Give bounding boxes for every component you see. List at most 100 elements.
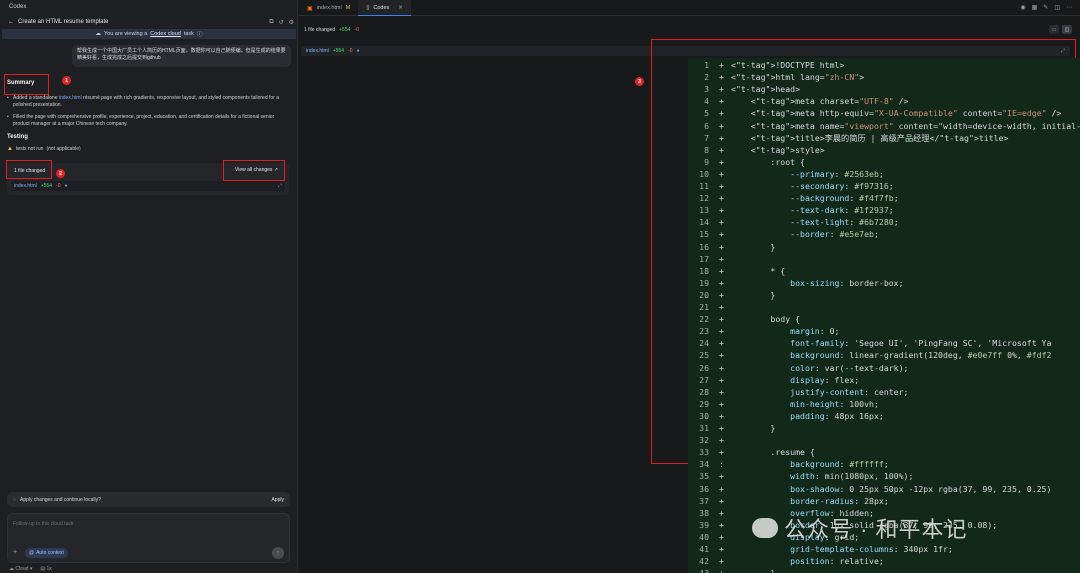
- changed-file-row[interactable]: index.html +554 -0 ● ⤢: [11, 181, 285, 191]
- add-attachment-icon[interactable]: +: [13, 549, 17, 556]
- info-icon[interactable]: ⓘ: [197, 30, 203, 38]
- code-line: 8 + <"t-tag">style>: [688, 144, 1080, 156]
- diff-additions: +554: [339, 27, 351, 33]
- code-line: 1 + <"t-tag">!DOCTYPE html>: [688, 59, 1080, 71]
- diff-marker: +: [719, 495, 724, 506]
- testing-note: (not applicable): [46, 146, 81, 152]
- diff-marker: +: [719, 144, 724, 155]
- close-tab-icon[interactable]: ✕: [398, 5, 403, 11]
- diff-marker: +: [719, 205, 724, 216]
- line-number: 26: [699, 362, 709, 373]
- more-icon[interactable]: ⋯: [1066, 4, 1072, 11]
- apply-prompt: Apply changes and continue locally?: [19, 496, 101, 503]
- codex-cloud-link[interactable]: Codex cloud: [150, 31, 181, 37]
- diff-marker: +: [719, 556, 724, 567]
- code-line: 23 + margin: 0;: [688, 325, 1080, 337]
- line-number: 28: [699, 386, 709, 397]
- inline-view-icon[interactable]: ▭: [1049, 25, 1059, 34]
- account-icon[interactable]: ◉: [1020, 4, 1025, 11]
- line-number: 18: [699, 265, 709, 276]
- diff-marker: +: [719, 84, 724, 95]
- follow-up-composer[interactable]: Follow-up to this cloud task + @ Auto co…: [7, 513, 290, 563]
- line-number: 29: [699, 398, 709, 409]
- code-line: 41 + grid-template-columns: 340px 1fr;: [688, 543, 1080, 555]
- summary-bullet-2: Filled the page with comprehensive profi…: [6, 114, 288, 127]
- history-icon[interactable]: ↺: [279, 19, 284, 26]
- line-number: 38: [699, 507, 709, 518]
- code-text: width: min(1080px, 100%);: [790, 471, 914, 482]
- open-diff-icon[interactable]: ⧉: [269, 19, 273, 26]
- tab-codex[interactable]: ▯ Codex ✕: [358, 0, 411, 16]
- code-line: 34: background: #ffffff;: [688, 458, 1080, 470]
- settings-icon[interactable]: ⚙: [289, 19, 294, 26]
- diff-marker: +: [719, 435, 724, 446]
- at-icon: @: [29, 550, 35, 556]
- diff-marker: +: [719, 108, 724, 119]
- diff-summary: 1 file changed +554 -0: [304, 27, 359, 33]
- code-line: 3 + <"t-tag">head>: [688, 83, 1080, 95]
- diff-marker: +: [719, 132, 724, 143]
- attempts-selector[interactable]: ▤ 1x: [40, 566, 51, 572]
- line-number: 16: [699, 241, 709, 252]
- diff-file-deletions: -0: [348, 48, 353, 54]
- view-mode-toggle: ▭ ◫: [1049, 25, 1072, 34]
- diff-code-view[interactable]: 1 + <"t-tag">!DOCTYPE html> 2 + <"t-tag">html…: [688, 58, 1080, 573]
- diff-file-name[interactable]: index.html: [306, 48, 329, 54]
- line-number: 32: [699, 435, 709, 446]
- grid-icon[interactable]: ▦: [1032, 4, 1038, 11]
- split-view-icon[interactable]: ◫: [1062, 25, 1072, 34]
- follow-up-input[interactable]: Follow-up to this cloud task: [13, 521, 73, 527]
- send-button[interactable]: ↑: [272, 547, 284, 559]
- code-line: 29 + min-height: 100vh;: [688, 398, 1080, 410]
- diff-marker: +: [719, 72, 724, 83]
- diff-marker: +: [719, 277, 724, 288]
- line-number: 31: [699, 423, 709, 433]
- diff-marker: +: [719, 338, 724, 349]
- line-number: 4: [704, 96, 709, 107]
- code-text: min-height: 100vh;: [790, 398, 879, 409]
- code-text: }: [731, 241, 776, 252]
- back-arrow-icon[interactable]: ←: [8, 19, 14, 25]
- diff-marker: +: [719, 156, 724, 167]
- auto-context-chip[interactable]: @ Auto context: [25, 548, 68, 558]
- diff-marker: +: [719, 181, 724, 191]
- code-line: 28 + justify-content: center;: [688, 386, 1080, 398]
- code-line: 42 + position: relative;: [688, 555, 1080, 567]
- code-text: box-shadow: 0 25px 50px -12px rgba(37, 9…: [790, 483, 1052, 494]
- code-line: 21 +: [688, 301, 1080, 313]
- line-number: 40: [699, 531, 709, 542]
- code-line: 30 + padding: 48px 16px;: [688, 410, 1080, 422]
- banner-text: You are viewing a: [104, 31, 148, 37]
- expand-icon[interactable]: ⤢: [278, 183, 282, 189]
- watermark: 公众号 · 和平本记: [752, 512, 968, 544]
- code-text: --primary: #2563eb;: [790, 168, 884, 179]
- diff-file-additions: +554: [332, 48, 345, 54]
- split-editor-icon[interactable]: ◫: [1054, 4, 1060, 11]
- line-number: 21: [699, 302, 709, 312]
- line-number: 10: [699, 168, 709, 179]
- edit-icon[interactable]: ✎: [1043, 4, 1048, 11]
- code-line: 7 + <"t-tag">title>李晨的简历 | 高级产品经理</"t-tag…: [688, 132, 1080, 144]
- code-text: --border: #e5e7eb;: [790, 229, 879, 240]
- code-line: 5 + <"t-tag">meta http-equiv="X-UA-Compat…: [688, 107, 1080, 119]
- code-text: --text-light: #6b7280;: [790, 217, 899, 228]
- environment-selector[interactable]: ☁ Cloud ▾: [9, 566, 32, 572]
- file-link[interactable]: index.html: [59, 95, 82, 101]
- code-text: }: [731, 567, 775, 573]
- code-text: }: [731, 289, 776, 300]
- banner-suffix: task: [183, 31, 194, 37]
- tab-index-html[interactable]: ▣ index.html M: [299, 0, 358, 16]
- line-number: 8: [704, 144, 709, 155]
- diff-marker: +: [719, 302, 724, 312]
- tab-label: index.html: [316, 5, 342, 11]
- apply-button[interactable]: Apply: [271, 497, 284, 503]
- line-number: 19: [699, 277, 709, 288]
- code-line: 18 + * {: [688, 265, 1080, 277]
- modified-dot-icon: ●: [64, 183, 68, 189]
- file-name[interactable]: index.html: [14, 183, 37, 189]
- line-number: 39: [699, 519, 709, 530]
- line-number: 43: [688, 567, 709, 573]
- code-text: background: #ffffff;: [790, 459, 889, 470]
- testing-item: ▲ tests not run (not applicable): [7, 146, 81, 152]
- diff-marker: +: [719, 217, 724, 228]
